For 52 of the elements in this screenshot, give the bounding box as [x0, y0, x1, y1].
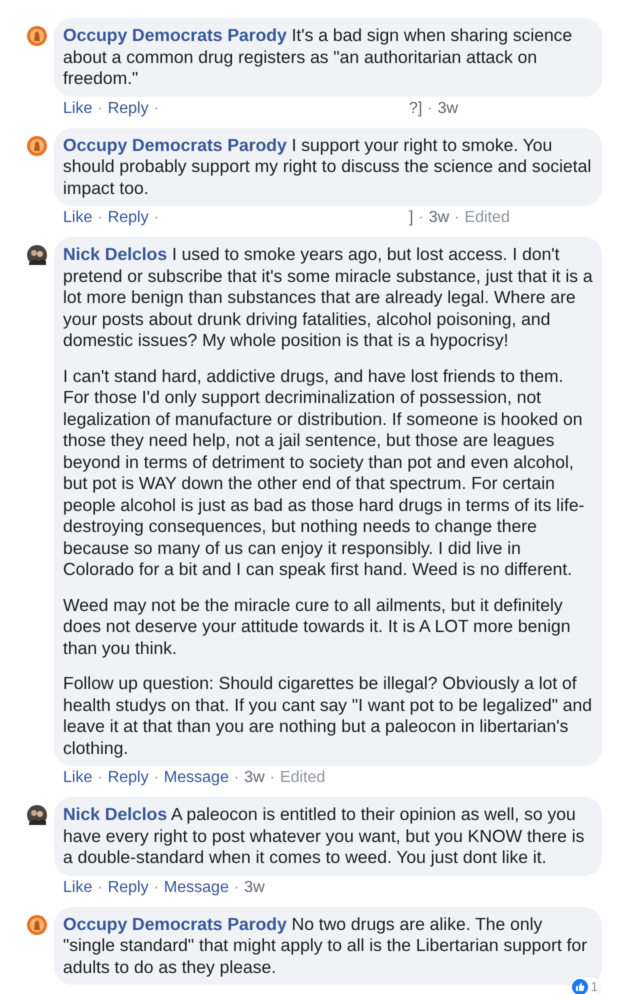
- comment-text: Occupy Democrats Parody I support your right to smoke. You should probably support my right to discuss the science and societal impact too.: [63, 134, 592, 199]
- author-name[interactable]: Occupy Democrats Parody: [63, 25, 287, 45]
- comment-text: Nick Delclos A paleocon is entitled to their opinion as well, so you have every right to post whatever you want, but you KNOW there is a double-standard when it comes to weed. You just dont like it.: [63, 804, 586, 868]
- separator-dot: ·: [234, 878, 240, 896]
- edited-label: Edited: [280, 769, 326, 786]
- action-link[interactable]: Like: [63, 769, 92, 786]
- author-name[interactable]: Nick Delclos: [63, 244, 168, 264]
- action-link[interactable]: Like: [63, 209, 92, 226]
- action-link[interactable]: Reply: [108, 878, 149, 896]
- action-link[interactable]: Reply: [108, 209, 149, 226]
- separator-dot: ·: [427, 100, 433, 116]
- separator-dot: ·: [97, 209, 103, 226]
- comment-paragraph: I can't stand hard, addictive drugs, and have lost friends to them. For those I'd only support decriminalization of possession, not legalization of manufacture or distribution. If someone is hooked on those they need help, not a jail sentence, but those are leagues beyond in terms of detriment to society than pot and even alcohol, but pot is WAY down the other end of that spectrum. For certain people alcohol is just as bad as those hard drugs in terms of its life-destroying consequences, but nothing needs to change there because so many of us can enjoy it responsibly. I did live in Colorado for a bit and I can speak first hand. Weed is no different.: [63, 366, 586, 580]
- meta-text: 3w: [244, 769, 265, 786]
- author-name[interactable]: Nick Delclos: [63, 804, 168, 824]
- action-link[interactable]: Reply: [108, 100, 149, 116]
- separator-dot: ·: [234, 769, 240, 786]
- avatar-icon[interactable]: [27, 805, 47, 825]
- separator-dot: ·: [97, 100, 103, 116]
- comment-paragraph: Weed may not be the miracle cure to all ailments, but it definitely does not deserve your attitude towards it. It is A LOT more benign than you think.: [63, 594, 572, 659]
- action-link[interactable]: Reply: [108, 769, 149, 786]
- edited-label: Edited: [464, 209, 510, 226]
- like-icon: [572, 979, 588, 994]
- action-link[interactable]: Like: [63, 100, 92, 116]
- separator-dot: ·: [270, 769, 275, 786]
- meta-text: 3w: [244, 878, 265, 896]
- comment-paragraph: Follow up question: Should cigarettes be illegal? Obviously a lot of health studys on that. If you cant say "I want pot to be legalized" and leave it at that than you are nothing but a paleocon in libertarian's clothing.: [63, 673, 593, 759]
- comment-text: Nick Delclos I used to smoke years ago, but lost access. I don't pretend or subscribe that it's some miracle substance, just that it is a lot more benign than substances that are already legal. Where are your posts about drunk driving fatalities, alcohol poisoning, and domestic issues? My whole position is that is a hypocrisy!: [63, 244, 593, 352]
- action-link[interactable]: Message: [164, 769, 229, 786]
- meta-text: 3w: [428, 209, 450, 226]
- action-link[interactable]: Like: [63, 878, 92, 896]
- comment-text: Occupy Democrats Parody It's a bad sign when sharing science about a common drug registers as "an authoritarian attack on freedom.": [63, 25, 574, 90]
- separator-dot: ·: [418, 209, 424, 226]
- avatar-logo-icon[interactable]: [27, 914, 47, 934]
- separator-dot: ·: [154, 769, 159, 786]
- separator-dot: ·: [154, 878, 159, 896]
- separator-dot: ·: [154, 100, 159, 116]
- avatar-icon[interactable]: [27, 245, 47, 265]
- avatar-logo-icon[interactable]: [27, 136, 47, 156]
- meta-text: ?]: [408, 100, 422, 116]
- author-name[interactable]: Occupy Democrats Parody: [63, 134, 287, 154]
- separator-dot: ·: [454, 209, 460, 226]
- comment-text: Occupy Democrats Parody No two drugs are alike. The only "single standard" that might apply to all is the Libertarian support for adults to do as they please.: [63, 914, 588, 978]
- meta-text: 3w: [438, 100, 458, 116]
- reaction-count: 1: [590, 978, 598, 994]
- meta-text: ]: [408, 209, 414, 226]
- avatar-logo-icon[interactable]: [27, 26, 47, 46]
- separator-dot: ·: [97, 878, 103, 896]
- action-link[interactable]: Message: [164, 878, 229, 896]
- separator-dot: ·: [154, 209, 159, 226]
- separator-dot: ·: [97, 769, 103, 786]
- author-name[interactable]: Occupy Democrats Parody: [63, 914, 287, 934]
